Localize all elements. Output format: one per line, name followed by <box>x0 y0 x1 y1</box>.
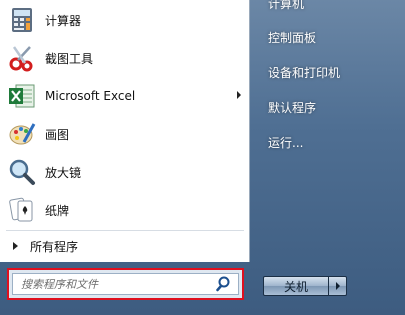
search-icon[interactable] <box>216 275 234 293</box>
divider <box>6 230 244 231</box>
search-placeholder: 搜索程序和文件 <box>21 278 98 291</box>
calculator-icon <box>7 5 37 35</box>
submenu-arrow-icon[interactable] <box>237 91 241 99</box>
start-menu: 计算器 截图工具 Microsoft Excel 画图 放大镜 纸牌 所有程序 … <box>0 0 405 315</box>
solitaire-icon <box>7 195 37 225</box>
excel-icon <box>7 81 37 111</box>
program-microsoft-excel[interactable]: Microsoft Excel <box>0 78 250 114</box>
program-label: 计算器 <box>45 13 82 28</box>
programs-pane: 计算器 截图工具 Microsoft Excel 画图 放大镜 纸牌 所有程序 <box>0 0 250 262</box>
search-box-highlight: 搜索程序和文件 <box>7 268 244 300</box>
shutdown-options-button[interactable] <box>329 276 347 296</box>
right-link-label: 默认程序 <box>268 100 317 115</box>
right-link-label: 计算机 <box>268 0 305 11</box>
program-calculator[interactable]: 计算器 <box>0 2 250 38</box>
all-programs-label: 所有程序 <box>30 239 79 254</box>
program-label: 放大镜 <box>45 165 82 180</box>
expand-arrow-icon <box>13 242 18 250</box>
program-snipping-tool[interactable]: 截图工具 <box>0 40 250 76</box>
right-link-label: 控制面板 <box>268 30 317 45</box>
all-programs-item[interactable]: 所有程序 <box>0 234 250 258</box>
search-input[interactable]: 搜索程序和文件 <box>12 273 239 295</box>
program-label: Microsoft Excel <box>45 89 136 103</box>
right-link-run[interactable]: 运行... <box>258 127 398 157</box>
program-magnifier[interactable]: 放大镜 <box>0 154 250 190</box>
program-label: 纸牌 <box>45 203 70 218</box>
shutdown-group: 关机 <box>263 276 347 296</box>
right-link-default-programs[interactable]: 默认程序 <box>258 92 398 122</box>
magnifier-icon <box>7 157 37 187</box>
chevron-right-icon <box>335 282 340 290</box>
program-label: 截图工具 <box>45 51 94 66</box>
program-paint[interactable]: 画图 <box>0 116 250 152</box>
right-link-devices-printers[interactable]: 设备和打印机 <box>258 57 398 87</box>
right-link-label: 设备和打印机 <box>268 65 341 80</box>
right-link-computer[interactable]: 计算机 <box>258 0 398 18</box>
right-link-control-panel[interactable]: 控制面板 <box>258 22 398 52</box>
snipping-tool-icon <box>7 43 37 73</box>
right-link-label: 运行... <box>268 135 304 150</box>
shutdown-button[interactable]: 关机 <box>263 276 329 296</box>
program-solitaire[interactable]: 纸牌 <box>0 192 250 228</box>
paint-icon <box>7 119 37 149</box>
program-label: 画图 <box>45 127 70 142</box>
